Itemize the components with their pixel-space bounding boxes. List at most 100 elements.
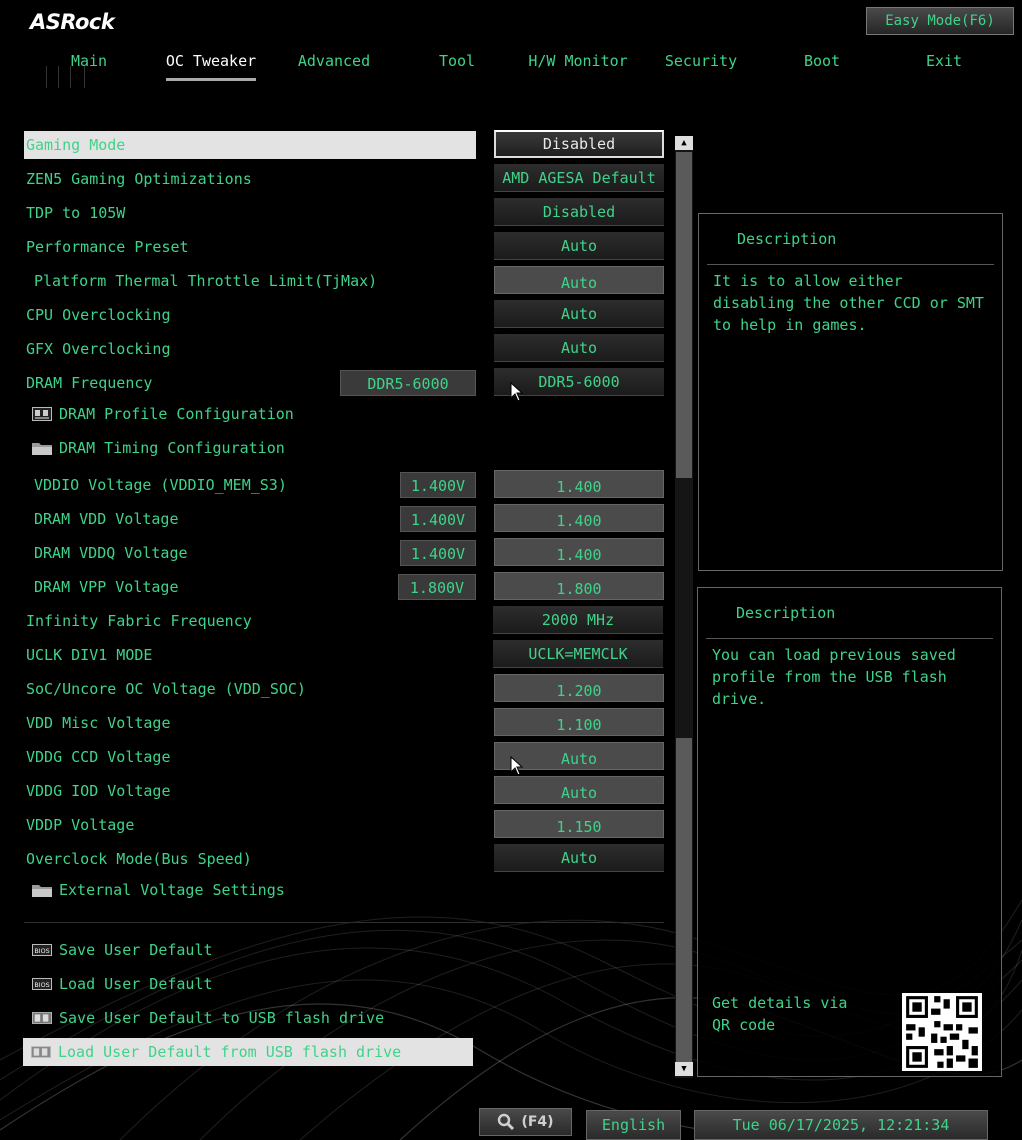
dram-vpp-current: 1.800V	[398, 574, 476, 600]
search-button[interactable]: (F4)	[479, 1108, 572, 1136]
setting-label: VDD Misc Voltage	[26, 714, 171, 732]
divider	[24, 922, 664, 923]
setting-label: DRAM VDDQ Voltage	[34, 544, 188, 562]
submenu-dram-profile[interactable]: DRAM Profile Configuration	[24, 400, 476, 428]
action-save-user-default[interactable]: BIOS Save User Default	[24, 936, 476, 964]
setting-label: TDP to 105W	[26, 204, 126, 222]
setting-label: Infinity Fabric Frequency	[26, 612, 252, 630]
setting-gfx-overclocking[interactable]: GFX Overclocking	[24, 335, 476, 363]
mouse-cursor-icon	[510, 756, 524, 776]
setting-label: Overclock Mode(Bus Speed)	[26, 850, 252, 868]
setting-label: VDDIO Voltage (VDDIO_MEM_S3)	[34, 476, 287, 494]
setting-vddp[interactable]: VDDP Voltage	[24, 811, 476, 839]
search-icon	[498, 1113, 515, 1131]
setting-soc-voltage[interactable]: SoC/Uncore OC Voltage (VDD_SOC)	[24, 675, 476, 703]
dram-vdd-current: 1.400V	[400, 506, 476, 532]
cpu-overclocking-select[interactable]: Auto	[494, 300, 664, 328]
vddp-input[interactable]: 1.150	[494, 810, 664, 838]
submenu-label: DRAM Timing Configuration	[59, 439, 285, 457]
qr-caption: Get details via QR code	[712, 994, 848, 1034]
action-label: Load User Default	[59, 975, 213, 993]
dram-vddq-current: 1.400V	[400, 540, 476, 566]
scroll-thumb-lower[interactable]	[676, 738, 692, 1062]
setting-cpu-overclocking[interactable]: CPU Overclocking	[24, 301, 476, 329]
setting-label: UCLK DIV1 MODE	[26, 646, 153, 664]
usb-drive-icon	[32, 1012, 52, 1024]
mouse-cursor-icon	[510, 382, 524, 402]
setting-label: Gaming Mode	[26, 136, 126, 154]
description-text: You can load previous saved profile from…	[712, 646, 956, 708]
scroll-up-arrow-icon[interactable]: ▲	[675, 136, 693, 150]
submenu-label: External Voltage Settings	[59, 881, 285, 899]
dram-vdd-input[interactable]: 1.400	[494, 504, 664, 532]
submenu-external-voltage[interactable]: External Voltage Settings	[24, 876, 476, 904]
search-key-label: (F4)	[521, 1114, 554, 1130]
setting-label: DRAM Frequency	[26, 374, 153, 392]
setting-vddg-ccd[interactable]: VDDG CCD Voltage	[24, 743, 476, 771]
vddio-current: 1.400V	[400, 472, 476, 498]
divider	[707, 264, 994, 265]
action-load-from-usb[interactable]: Load User Default from USB flash drive	[23, 1038, 473, 1066]
setting-label: Performance Preset	[26, 238, 189, 256]
setting-tjmax[interactable]: Platform Thermal Throttle Limit(TjMax)	[24, 267, 476, 295]
qr-code-icon	[902, 993, 982, 1071]
performance-preset-select[interactable]: Auto	[494, 232, 664, 260]
bios-chip-icon: BIOS	[32, 978, 52, 990]
soc-voltage-input[interactable]: 1.200	[494, 674, 664, 702]
dram-vddq-input[interactable]: 1.400	[494, 538, 664, 566]
setting-performance-preset[interactable]: Performance Preset	[24, 233, 476, 261]
description-text: It is to allow either disabling the othe…	[713, 272, 984, 334]
description-title: Description	[737, 230, 837, 248]
language-button[interactable]: English	[586, 1110, 681, 1140]
setting-vddg-iod[interactable]: VDDG IOD Voltage	[24, 777, 476, 805]
vddg-iod-input[interactable]: Auto	[494, 776, 664, 804]
action-load-user-default[interactable]: BIOS Load User Default	[24, 970, 476, 998]
setting-label: DRAM VPP Voltage	[34, 578, 179, 596]
vdd-misc-input[interactable]: 1.100	[494, 708, 664, 736]
usb-drive-icon	[31, 1046, 51, 1058]
uclk-div1-select[interactable]: UCLK=MEMCLK	[493, 640, 663, 668]
setting-zen5-gaming[interactable]: ZEN5 Gaming Optimizations	[24, 165, 476, 193]
setting-gaming-mode[interactable]: Gaming Mode	[24, 131, 476, 159]
submenu-dram-timing[interactable]: DRAM Timing Configuration	[24, 434, 476, 462]
setting-label: Platform Thermal Throttle Limit(TjMax)	[34, 272, 378, 290]
action-label: Save User Default to USB flash drive	[59, 1009, 385, 1027]
setting-label: VDDG CCD Voltage	[26, 748, 171, 766]
profile-icon	[32, 407, 52, 421]
overclock-mode-select[interactable]: Auto	[494, 844, 664, 872]
vddio-input[interactable]: 1.400	[494, 470, 664, 498]
setting-tdp[interactable]: TDP to 105W	[24, 199, 476, 227]
setting-uclk-div1[interactable]: UCLK DIV1 MODE	[24, 641, 476, 669]
svg-text:BIOS: BIOS	[34, 948, 49, 955]
setting-label: VDDG IOD Voltage	[26, 782, 171, 800]
zen5-gaming-select[interactable]: AMD AGESA Default	[494, 164, 664, 192]
folder-icon	[32, 443, 52, 455]
scroll-thumb[interactable]	[676, 152, 692, 478]
bios-chip-icon: BIOS	[32, 944, 52, 956]
setting-label: SoC/Uncore OC Voltage (VDD_SOC)	[26, 680, 306, 698]
svg-text:BIOS: BIOS	[34, 982, 49, 989]
setting-label: ZEN5 Gaming Optimizations	[26, 170, 252, 188]
folder-icon	[32, 885, 52, 897]
scroll-down-arrow-icon[interactable]: ▼	[675, 1062, 693, 1076]
setting-label: GFX Overclocking	[26, 340, 171, 358]
dram-vpp-input[interactable]: 1.800	[494, 572, 664, 600]
description-panel-top: Description It is to allow either disabl…	[698, 213, 1003, 571]
dram-frequency-current: DDR5-6000	[340, 370, 476, 396]
gfx-overclocking-select[interactable]: Auto	[494, 334, 664, 362]
action-label: Save User Default	[59, 941, 213, 959]
tjmax-input[interactable]: Auto	[494, 266, 664, 294]
infinity-fabric-select[interactable]: 2000 MHz	[493, 606, 663, 634]
tdp-select[interactable]: Disabled	[494, 198, 664, 226]
action-save-to-usb[interactable]: Save User Default to USB flash drive	[24, 1004, 476, 1032]
description-title: Description	[736, 604, 836, 622]
datetime-display: Tue 06/17/2025, 12:21:34	[694, 1110, 988, 1140]
setting-overclock-mode[interactable]: Overclock Mode(Bus Speed)	[24, 845, 476, 873]
setting-label: CPU Overclocking	[26, 306, 171, 324]
settings-scrollbar[interactable]: ▲ ▼	[675, 136, 693, 1078]
setting-vdd-misc[interactable]: VDD Misc Voltage	[24, 709, 476, 737]
setting-label: VDDP Voltage	[26, 816, 135, 834]
setting-infinity-fabric[interactable]: Infinity Fabric Frequency	[24, 607, 476, 635]
gaming-mode-select[interactable]: Disabled	[494, 130, 664, 158]
setting-label: DRAM VDD Voltage	[34, 510, 179, 528]
